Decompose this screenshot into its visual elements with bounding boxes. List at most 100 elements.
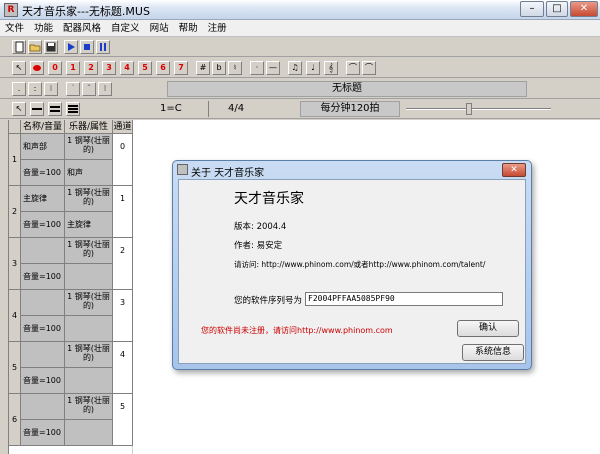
slur-button[interactable]: ⌒ bbox=[362, 61, 376, 75]
tie-button[interactable]: ⌒ bbox=[346, 61, 360, 75]
track-channel-cell[interactable]: 4 bbox=[113, 342, 133, 394]
track-instrument-cell[interactable]: 1 钢琴(壮丽的) bbox=[65, 290, 113, 316]
serial-label: 您的软件序列号为 bbox=[234, 296, 303, 306]
play-icon[interactable] bbox=[64, 40, 78, 54]
single-line-icon[interactable] bbox=[30, 102, 44, 116]
octave-toolbar: . : ⁝ ˙ ¨ ⁝ 无标题 bbox=[0, 79, 600, 99]
menu-help[interactable]: 帮助 bbox=[174, 20, 203, 37]
double-line-icon[interactable] bbox=[48, 102, 62, 116]
sharp-button[interactable]: # bbox=[196, 61, 210, 75]
clef-button[interactable]: 𝄞 bbox=[324, 61, 338, 75]
octave-dot-button-6[interactable]: ⁝ bbox=[98, 82, 112, 96]
octave-dot-button-4[interactable]: ˙ bbox=[66, 82, 80, 96]
track-name-cell[interactable] bbox=[21, 290, 65, 316]
octave-dot-button-5[interactable]: ¨ bbox=[82, 82, 96, 96]
select-arrow-icon[interactable]: ↖ bbox=[12, 102, 26, 116]
octave-dot-button-3[interactable]: ⁝ bbox=[44, 82, 58, 96]
maximize-button[interactable]: □ bbox=[546, 1, 568, 17]
ok-button[interactable]: 确认 bbox=[457, 320, 519, 337]
octave-dot-button-2[interactable]: : bbox=[28, 82, 42, 96]
track-instrument-cell[interactable]: 1 钢琴(壮丽的) bbox=[65, 394, 113, 420]
dialog-close-button[interactable]: ✕ bbox=[502, 163, 526, 177]
about-website: 请访问: http://www.phinom.com/或者http://www.… bbox=[234, 260, 486, 269]
pause-icon[interactable] bbox=[96, 40, 110, 54]
note-1-button[interactable]: 1 bbox=[66, 61, 80, 75]
note-4-button[interactable]: 4 bbox=[120, 61, 134, 75]
track-name-cell[interactable] bbox=[21, 394, 65, 420]
track-name-cell[interactable] bbox=[21, 342, 65, 368]
track-channel-cell[interactable]: 1 bbox=[113, 186, 133, 238]
triple-line-icon[interactable] bbox=[66, 102, 80, 116]
track-instrument-cell[interactable]: 1 钢琴(壮丽的) bbox=[65, 134, 113, 160]
menu-file[interactable]: 文件 bbox=[0, 20, 29, 37]
note-7-button[interactable]: 7 bbox=[174, 61, 188, 75]
track-attribute-cell[interactable] bbox=[65, 264, 113, 290]
track-number: 4 bbox=[9, 290, 21, 342]
close-button[interactable]: ✕ bbox=[570, 1, 598, 17]
note-0-button[interactable]: 0 bbox=[48, 61, 62, 75]
note-3-button[interactable]: 3 bbox=[102, 61, 116, 75]
menu-style[interactable]: 配器风格 bbox=[58, 20, 106, 37]
track-volume-cell[interactable]: 音量=100 bbox=[21, 212, 65, 238]
pointer-icon[interactable]: ↖ bbox=[12, 61, 26, 75]
track-channel-cell[interactable]: 3 bbox=[113, 290, 133, 342]
about-app-name: 天才音乐家 bbox=[234, 191, 304, 207]
stop-icon[interactable] bbox=[80, 40, 94, 54]
octave-dot-button-1[interactable]: . bbox=[12, 82, 26, 96]
track-volume-cell[interactable]: 音量=100 bbox=[21, 420, 65, 446]
track-instrument-cell[interactable]: 1 钢琴(壮丽的) bbox=[65, 186, 113, 212]
open-folder-icon[interactable] bbox=[28, 40, 42, 54]
track-volume-cell[interactable]: 音量=100 bbox=[21, 160, 65, 186]
track-attribute-cell[interactable]: 和声 bbox=[65, 160, 113, 186]
beam-button[interactable]: ♫ bbox=[288, 61, 302, 75]
track-attribute-cell[interactable] bbox=[65, 368, 113, 394]
minimize-button[interactable]: – bbox=[520, 1, 544, 17]
serial-number-field[interactable]: F2004PFFAA5085PF90 bbox=[305, 292, 503, 306]
track-channel-cell[interactable]: 2 bbox=[113, 238, 133, 290]
menu-function[interactable]: 功能 bbox=[29, 20, 58, 37]
track-channel-cell[interactable]: 5 bbox=[113, 394, 133, 446]
dialog-title: 关于 天才音乐家 bbox=[191, 168, 265, 179]
tempo-slider-thumb[interactable] bbox=[466, 103, 472, 115]
track-volume-cell[interactable]: 音量=100 bbox=[21, 368, 65, 394]
score-title[interactable]: 无标题 bbox=[167, 81, 527, 97]
score-settings-bar: ↖ 1=C 4/4 每分钟120拍 bbox=[0, 100, 600, 119]
track-instrument-cell[interactable]: 1 钢琴(壮丽的) bbox=[65, 238, 113, 264]
track-attribute-cell[interactable] bbox=[65, 316, 113, 342]
dot-button[interactable]: · bbox=[250, 61, 264, 75]
menu-register[interactable]: 注册 bbox=[203, 20, 232, 37]
menu-bar: 文件 功能 配器风格 自定义 网站 帮助 注册 bbox=[0, 20, 600, 37]
track-name-cell[interactable] bbox=[21, 238, 65, 264]
about-dialog: 关于 天才音乐家 ✕ 天才音乐家 版本: 2004.4 作者: 易安定 请访问:… bbox=[172, 160, 532, 370]
track-channel-cell[interactable]: 0 bbox=[113, 134, 133, 186]
grid-corner bbox=[9, 120, 21, 134]
app-icon: R bbox=[4, 3, 18, 17]
separator bbox=[208, 101, 209, 117]
dash-button[interactable]: — bbox=[266, 61, 280, 75]
menu-custom[interactable]: 自定义 bbox=[106, 20, 145, 37]
track-name-cell[interactable]: 和声部 bbox=[21, 134, 65, 160]
natural-button[interactable]: ♮ bbox=[228, 61, 242, 75]
tempo-slider-track[interactable] bbox=[406, 108, 551, 110]
dialog-app-icon bbox=[177, 164, 188, 175]
time-signature[interactable]: 4/4 bbox=[228, 103, 244, 114]
system-info-button[interactable]: 系统信息 bbox=[462, 344, 524, 361]
eraser-icon[interactable] bbox=[30, 61, 44, 75]
note-5-button[interactable]: 5 bbox=[138, 61, 152, 75]
note-6-button[interactable]: 6 bbox=[156, 61, 170, 75]
key-signature[interactable]: 1=C bbox=[160, 103, 182, 114]
track-name-cell[interactable]: 主旋律 bbox=[21, 186, 65, 212]
track-attribute-cell[interactable]: 主旋律 bbox=[65, 212, 113, 238]
track-instrument-cell[interactable]: 1 钢琴(壮丽的) bbox=[65, 342, 113, 368]
note-toolbar: ↖ 0 1 2 3 4 5 6 7 # b ♮ · — ♫ ♩ 𝄞 ⌒ ⌒ bbox=[0, 58, 600, 78]
quarter-note-button[interactable]: ♩ bbox=[306, 61, 320, 75]
save-disk-icon[interactable] bbox=[44, 40, 58, 54]
note-2-button[interactable]: 2 bbox=[84, 61, 98, 75]
flat-button[interactable]: b bbox=[212, 61, 226, 75]
new-file-icon[interactable] bbox=[12, 40, 26, 54]
track-attribute-cell[interactable] bbox=[65, 420, 113, 446]
track-volume-cell[interactable]: 音量=100 bbox=[21, 316, 65, 342]
unregistered-notice: 您的软件尚未注册，请访问http://www.phinom.com bbox=[201, 326, 393, 335]
menu-website[interactable]: 网站 bbox=[145, 20, 174, 37]
track-volume-cell[interactable]: 音量=100 bbox=[21, 264, 65, 290]
